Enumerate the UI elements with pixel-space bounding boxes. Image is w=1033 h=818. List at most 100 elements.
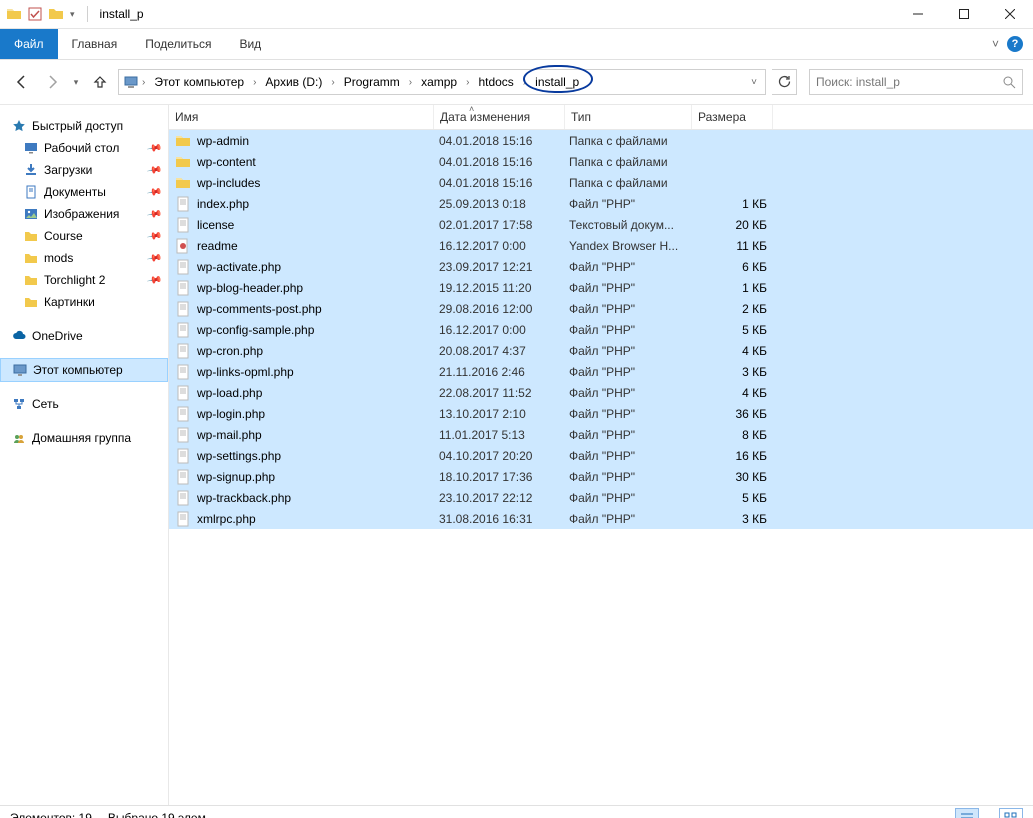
file-row[interactable]: license02.01.2017 17:58Текстовый докум..… (169, 214, 1033, 235)
tab-view[interactable]: Вид (225, 29, 275, 59)
file-row[interactable]: wp-comments-post.php29.08.2016 12:00Файл… (169, 298, 1033, 319)
breadcrumb-item[interactable]: htdocs (472, 70, 519, 94)
sidebar-onedrive[interactable]: OneDrive (0, 325, 168, 347)
file-date: 31.08.2016 16:31 (433, 512, 563, 526)
forward-button[interactable] (40, 70, 64, 94)
up-button[interactable] (88, 70, 112, 94)
file-row[interactable]: readme16.12.2017 0:00Yandex Browser H...… (169, 235, 1033, 256)
breadcrumb-item[interactable]: xampp (415, 70, 463, 94)
file-name: wp-login.php (197, 407, 265, 421)
sidebar-item-pictures[interactable]: Изображения 📌 (0, 203, 168, 225)
network-icon (12, 397, 26, 411)
file-row[interactable]: wp-login.php13.10.2017 2:10Файл "PHP"36 … (169, 403, 1033, 424)
props-icon[interactable] (28, 7, 42, 21)
file-row[interactable]: index.php25.09.2013 0:18Файл "PHP"1 КБ (169, 193, 1033, 214)
file-icon (175, 280, 191, 296)
history-dropdown[interactable]: ▾ (70, 70, 82, 94)
sidebar-item-kartinki[interactable]: Картинки (0, 291, 168, 313)
file-name: wp-comments-post.php (197, 302, 322, 316)
file-row[interactable]: wp-mail.php11.01.2017 5:13Файл "PHP"8 КБ (169, 424, 1033, 445)
view-details-button[interactable] (955, 808, 979, 818)
file-row[interactable]: wp-blog-header.php19.12.2015 11:20Файл "… (169, 277, 1033, 298)
back-button[interactable] (10, 70, 34, 94)
star-icon (12, 119, 26, 133)
col-header-type[interactable]: Тип (565, 105, 692, 129)
file-row[interactable]: wp-config-sample.php16.12.2017 0:00Файл … (169, 319, 1033, 340)
file-size: 30 КБ (689, 470, 773, 484)
downloads-icon (24, 163, 38, 177)
chevron-right-icon[interactable]: › (463, 77, 472, 88)
col-header-name[interactable]: Имя (169, 105, 434, 129)
col-header-date[interactable]: Дата изменения (434, 105, 565, 129)
chevron-right-icon[interactable]: › (250, 77, 259, 88)
search-input[interactable]: Поиск: install_p (809, 69, 1023, 95)
file-name: wp-links-opml.php (197, 365, 294, 379)
sidebar-item-course[interactable]: Course 📌 (0, 225, 168, 247)
file-name: wp-admin (197, 134, 249, 148)
file-type: Файл "PHP" (563, 386, 689, 400)
chevron-down-icon[interactable]: ˅ (751, 77, 757, 88)
file-icon (175, 427, 191, 443)
breadcrumb-item[interactable]: Programm (338, 70, 406, 94)
file-icon (175, 259, 191, 275)
file-icon (175, 469, 191, 485)
sidebar-item-mods[interactable]: mods 📌 (0, 247, 168, 269)
file-row[interactable]: wp-includes04.01.2018 15:16Папка с файла… (169, 172, 1033, 193)
file-date: 02.01.2017 17:58 (433, 218, 563, 232)
pin-icon: 📌 (146, 162, 163, 178)
chevron-right-icon[interactable]: › (328, 77, 337, 88)
quick-access-toolbar: ▾ (6, 6, 94, 22)
tab-home[interactable]: Главная (58, 29, 132, 59)
ribbon-expand-icon[interactable]: ˅ (992, 37, 999, 51)
qat-dropdown-icon[interactable]: ▾ (70, 9, 75, 20)
tab-file[interactable]: Файл (0, 29, 58, 59)
sidebar-network[interactable]: Сеть (0, 393, 168, 415)
sidebar-homegroup[interactable]: Домашняя группа (0, 427, 168, 449)
file-row[interactable]: wp-content04.01.2018 15:16Папка с файлам… (169, 151, 1033, 172)
file-icon (175, 322, 191, 338)
file-size: 1 КБ (689, 197, 773, 211)
file-row[interactable]: xmlrpc.php31.08.2016 16:31Файл "PHP"3 КБ (169, 508, 1033, 529)
view-icons-button[interactable] (999, 808, 1023, 818)
breadcrumb-item-current[interactable]: install_p (529, 70, 585, 94)
pin-icon: 📌 (146, 184, 163, 200)
search-icon (1003, 76, 1016, 89)
sidebar-item-desktop[interactable]: Рабочий стол 📌 (0, 137, 168, 159)
sidebar-item-downloads[interactable]: Загрузки 📌 (0, 159, 168, 181)
sidebar-item-documents[interactable]: Документы 📌 (0, 181, 168, 203)
file-date: 29.08.2016 12:00 (433, 302, 563, 316)
file-name: readme (197, 239, 238, 253)
col-header-size[interactable]: Размера (692, 105, 773, 129)
file-row[interactable]: wp-links-opml.php21.11.2016 2:46Файл "PH… (169, 361, 1033, 382)
file-size: 4 КБ (689, 386, 773, 400)
breadcrumb-bar[interactable]: › Этот компьютер › Архив (D:) › Programm… (118, 69, 766, 95)
tab-share[interactable]: Поделиться (131, 29, 225, 59)
sidebar-item-torchlight[interactable]: Torchlight 2 📌 (0, 269, 168, 291)
file-icon (175, 448, 191, 464)
maximize-button[interactable] (941, 0, 987, 28)
close-button[interactable] (987, 0, 1033, 28)
sidebar-label: Этот компьютер (33, 363, 123, 377)
file-icon (175, 490, 191, 506)
minimize-button[interactable] (895, 0, 941, 28)
breadcrumb-item[interactable]: Архив (D:) (259, 70, 328, 94)
file-size: 2 КБ (689, 302, 773, 316)
breadcrumb-item[interactable]: Этот компьютер (148, 70, 250, 94)
sidebar-label: Рабочий стол (44, 141, 119, 155)
sidebar-quick-access[interactable]: Быстрый доступ (0, 115, 168, 137)
file-row[interactable]: wp-load.php22.08.2017 11:52Файл "PHP"4 К… (169, 382, 1033, 403)
file-row[interactable]: wp-cron.php20.08.2017 4:37Файл "PHP"4 КБ (169, 340, 1033, 361)
file-type: Папка с файлами (563, 155, 689, 169)
chevron-right-icon[interactable]: › (406, 77, 415, 88)
file-row[interactable]: wp-activate.php23.09.2017 12:21Файл "PHP… (169, 256, 1033, 277)
sidebar-this-pc[interactable]: Этот компьютер (0, 358, 168, 382)
file-row[interactable]: wp-signup.php18.10.2017 17:36Файл "PHP"3… (169, 466, 1033, 487)
file-date: 25.09.2013 0:18 (433, 197, 563, 211)
chevron-right-icon[interactable]: › (139, 77, 148, 88)
file-row[interactable]: wp-trackback.php23.10.2017 22:12Файл "PH… (169, 487, 1033, 508)
help-icon[interactable]: ? (1007, 36, 1023, 52)
refresh-button[interactable] (772, 69, 797, 95)
chevron-right-icon[interactable]: › (520, 77, 529, 88)
file-row[interactable]: wp-settings.php04.10.2017 20:20Файл "PHP… (169, 445, 1033, 466)
file-row[interactable]: wp-admin04.01.2018 15:16Папка с файлами (169, 130, 1033, 151)
